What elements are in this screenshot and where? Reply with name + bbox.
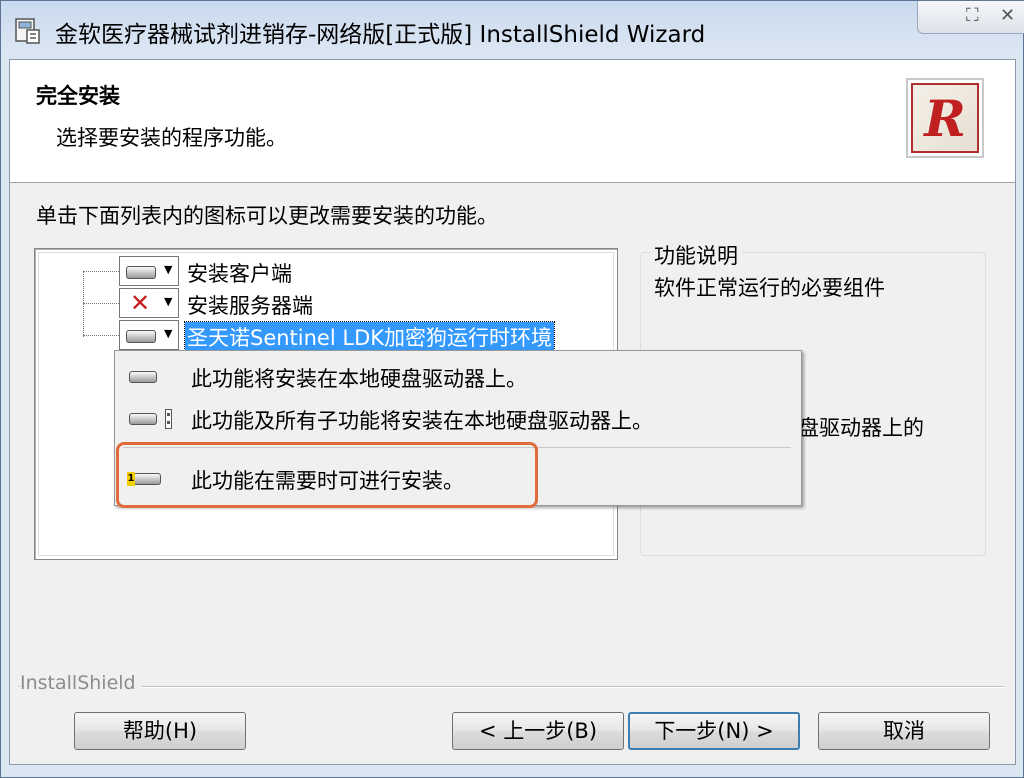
title-bar: 金软医疗器械试剂进销存-网络版[正式版] InstallShield Wizar…	[1, 1, 1024, 59]
hard-disk-icon	[126, 330, 156, 343]
feature-label-selected[interactable]: 圣天诺Sentinel LDK加密狗运行时环境	[183, 321, 556, 353]
feature-state-button[interactable]: ▼	[119, 256, 179, 286]
dialog-header: 完全安装 选择要安装的程序功能。 R	[10, 60, 1015, 183]
dialog-client-area: 完全安装 选择要安装的程序功能。 R 单击下面列表内的图标可以更改需要安装的功能…	[9, 59, 1016, 765]
restore-icon[interactable]: ⛶	[966, 5, 979, 26]
feature-state-button[interactable]: ▼	[119, 320, 179, 350]
tree-connector	[83, 271, 119, 272]
feature-description-legend: 功能说明	[650, 240, 742, 270]
dropdown-arrow-icon: ▼	[164, 327, 173, 340]
tree-connector	[83, 303, 119, 304]
installshield-logo: R	[906, 78, 984, 158]
feature-label[interactable]: 安装客户端	[187, 258, 292, 288]
page-title: 完全安装	[36, 84, 120, 108]
feature-description-text: 软件正常运行的必要组件	[654, 276, 885, 300]
dropdown-arrow-icon: ▼	[164, 263, 173, 276]
feature-label[interactable]: 安装服务器端	[187, 290, 313, 320]
feature-description-partial-text: 盘驱动器上的	[798, 416, 924, 440]
close-icon[interactable]: ✕	[1000, 5, 1015, 26]
installer-app-icon	[15, 18, 40, 44]
next-button[interactable]: 下一步(N) >	[628, 712, 800, 750]
page-subtitle: 选择要安装的程序功能。	[56, 126, 287, 150]
red-x-icon: ✕	[130, 289, 151, 317]
menu-item-label: 此功能将安装在本地硬盘驱动器上。	[191, 367, 527, 391]
window-title: 金软医疗器械试剂进销存-网络版[正式版] InstallShield Wizar…	[55, 22, 706, 48]
footer-divider	[18, 686, 1004, 688]
installer-window: 金软医疗器械试剂进销存-网络版[正式版] InstallShield Wizar…	[0, 0, 1024, 778]
back-button[interactable]: < 上一步(B)	[452, 712, 624, 750]
cancel-button[interactable]: 取消	[818, 712, 990, 750]
highlight-annotation-box	[116, 442, 538, 508]
installshield-brand: InstallShield	[20, 672, 142, 694]
hard-disk-icon	[126, 266, 156, 279]
feature-state-button[interactable]: ✕ ▼	[119, 288, 179, 318]
menu-item-install-local[interactable]: 此功能将安装在本地硬盘驱动器上。	[115, 359, 801, 395]
menu-item-label: 此功能及所有子功能将安装在本地硬盘驱动器上。	[191, 409, 653, 433]
window-controls: ⛶ ✕	[917, 1, 1024, 34]
dropdown-arrow-icon: ▼	[164, 295, 173, 308]
menu-item-install-all-local[interactable]: 此功能及所有子功能将安装在本地硬盘驱动器上。	[115, 401, 801, 437]
instruction-text: 单击下面列表内的图标可以更改需要安装的功能。	[36, 204, 498, 228]
tree-connector	[83, 335, 119, 336]
logo-letter: R	[911, 83, 979, 153]
tree-connector	[83, 271, 84, 337]
help-button[interactable]: 帮助(H)	[74, 712, 246, 750]
